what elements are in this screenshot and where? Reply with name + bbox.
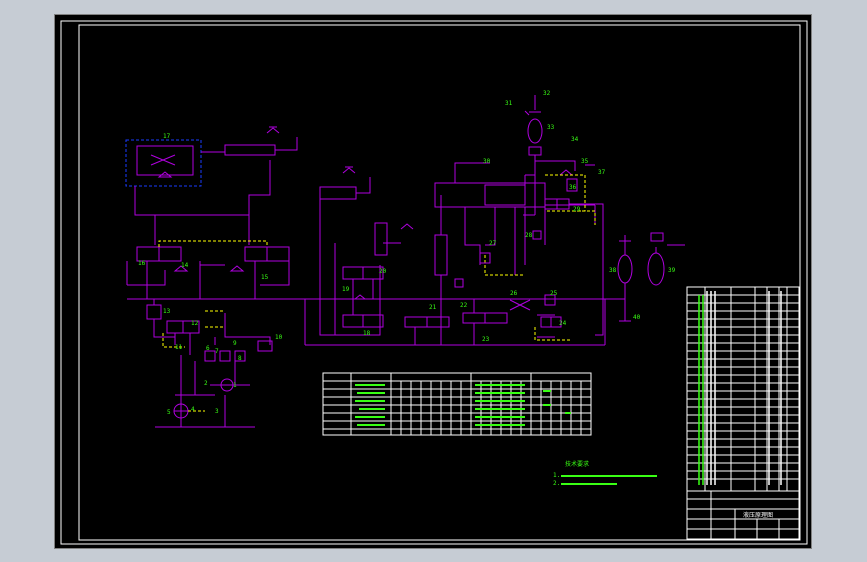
label-2: 2 <box>204 380 208 387</box>
label-34: 34 <box>571 136 579 143</box>
label-37: 37 <box>598 169 606 176</box>
label-39: 39 <box>668 267 676 274</box>
label-26: 26 <box>510 290 518 297</box>
outer-frame <box>60 20 808 545</box>
label-24: 24 <box>559 320 567 327</box>
cylinder-rod-left <box>201 126 298 153</box>
label-35: 35 <box>581 158 589 165</box>
label-29: 29 <box>573 206 581 213</box>
label-6: 6 <box>206 345 210 352</box>
label-14: 14 <box>181 262 189 269</box>
label-31: 31 <box>505 100 513 107</box>
notes-line-1: 1. <box>553 472 560 479</box>
label-32: 32 <box>543 90 551 97</box>
technical-notes: 技术要求 1. 2. <box>553 460 657 487</box>
accumulator-39 <box>647 252 665 286</box>
label-4: 4 <box>191 406 195 413</box>
label-3: 3 <box>215 408 219 415</box>
label-18: 18 <box>363 330 371 337</box>
label-36: 36 <box>569 184 577 191</box>
label-11: 11 <box>175 344 183 351</box>
label-8: 8 <box>238 355 242 362</box>
notes-heading: 技术要求 <box>565 460 589 468</box>
label-20: 20 <box>379 268 387 275</box>
label-23: 23 <box>482 336 490 343</box>
valve-17 <box>136 145 194 178</box>
label-33: 33 <box>547 124 555 131</box>
label-28: 28 <box>525 232 533 239</box>
label-12: 12 <box>191 320 199 327</box>
label-1: 1 <box>233 382 237 389</box>
title-block: 液压原理图 <box>686 490 800 540</box>
label-9: 9 <box>233 340 237 347</box>
parts-list <box>686 286 800 492</box>
label-21: 21 <box>429 304 437 311</box>
accumulator-38 <box>617 254 633 284</box>
label-10: 10 <box>275 334 283 341</box>
main-cylinder <box>434 182 546 208</box>
label-17: 17 <box>163 133 171 140</box>
cylinder-upper-left <box>224 144 276 156</box>
drawing-sheet: 1 2 3 4 5 6 7 8 9 10 11 12 13 14 15 16 1… <box>54 14 812 549</box>
drawing-title: 液压原理图 <box>743 511 773 519</box>
label-15: 15 <box>261 274 269 281</box>
hydraulic-schematic: 1 2 3 4 5 6 7 8 9 10 11 12 13 14 15 16 1… <box>60 20 808 545</box>
label-27: 27 <box>489 240 497 247</box>
label-22: 22 <box>460 302 468 309</box>
cylinder-center-top <box>319 186 357 200</box>
label-7: 7 <box>215 348 219 355</box>
label-5: 5 <box>167 409 171 416</box>
lines-left-upper <box>134 160 271 245</box>
label-13: 13 <box>163 308 171 315</box>
notes-line-2: 2. <box>553 480 560 487</box>
cad-viewport[interactable]: 1 2 3 4 5 6 7 8 9 10 11 12 13 14 15 16 1… <box>0 0 867 562</box>
label-30: 30 <box>483 158 491 165</box>
action-table <box>322 372 592 436</box>
label-40: 40 <box>633 314 641 321</box>
component-labels: 1 2 3 4 5 6 7 8 9 10 11 12 13 14 15 16 1… <box>138 90 676 416</box>
label-25: 25 <box>550 290 558 297</box>
label-19: 19 <box>342 286 350 293</box>
label-16: 16 <box>138 260 146 267</box>
label-38: 38 <box>609 267 617 274</box>
